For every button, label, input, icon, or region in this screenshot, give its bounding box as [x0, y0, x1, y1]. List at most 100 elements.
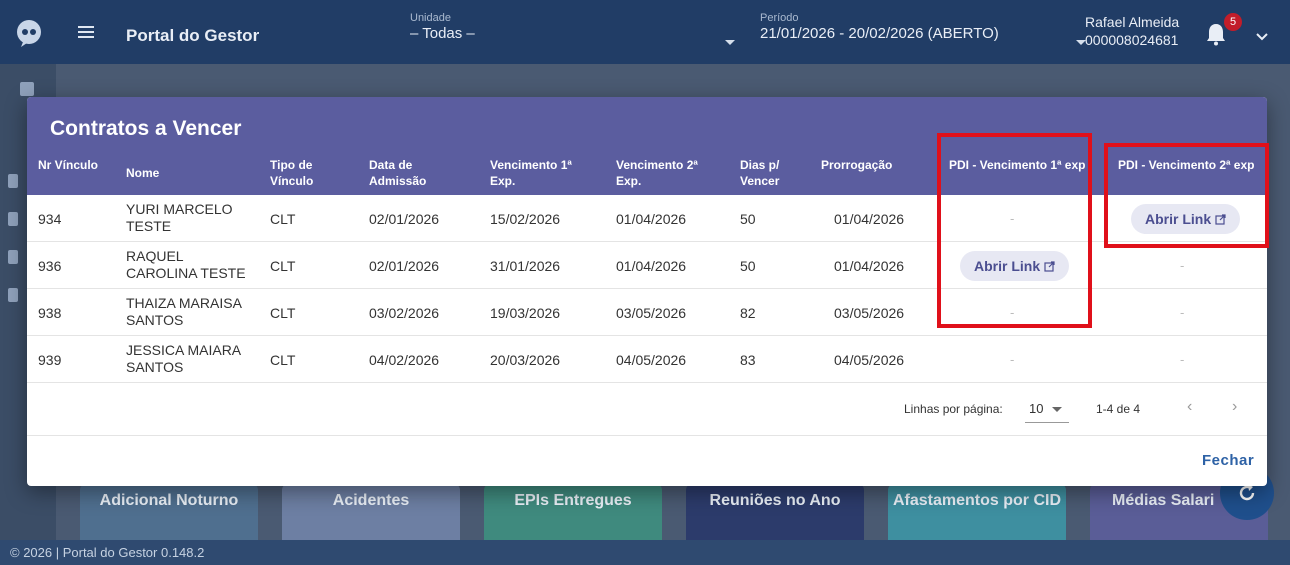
page-range: 1-4 de 4 [1096, 402, 1141, 416]
name-line: SANTOS [126, 359, 184, 375]
cell-venc2: 03/05/2026 [616, 305, 687, 321]
col-vencimento-2[interactable]: Vencimento 2ª Exp. [616, 157, 698, 189]
cell-nome: RAQUEL CAROLINA TESTE [126, 248, 246, 282]
col-label: Vínculo [270, 174, 314, 188]
cell-nr: 939 [38, 352, 62, 368]
cell-nome: JESSICA MAIARA SANTOS [126, 342, 241, 376]
cell-tipo: CLT [270, 305, 296, 321]
user-name: Rafael Almeida [1085, 14, 1180, 30]
user-id: 000008024681 [1085, 32, 1179, 48]
cell-admissao: 03/02/2026 [369, 305, 440, 321]
cell-nr: 934 [38, 211, 62, 227]
cell-tipo: CLT [270, 352, 296, 368]
cell-venc1: 15/02/2026 [490, 211, 561, 227]
col-label: Prorrogação [821, 158, 893, 172]
cell-dias: 50 [740, 211, 756, 227]
col-tipo-vinculo[interactable]: Tipo de Vínculo [270, 157, 313, 189]
cell-nr: 938 [38, 305, 62, 321]
cell-admissao: 02/01/2026 [369, 258, 440, 274]
tile-adicional-noturno[interactable]: Adicional Noturno [80, 484, 258, 540]
notification-bell-icon[interactable] [1205, 22, 1227, 46]
tile-acidentes[interactable]: Acidentes [282, 484, 460, 540]
col-label: Nr Vínculo [38, 158, 99, 172]
col-label: Admissão [369, 174, 427, 188]
cell-venc2: 01/04/2026 [616, 258, 687, 274]
col-vencimento-1[interactable]: Vencimento 1ª Exp. [490, 157, 572, 189]
name-line: RAQUEL [126, 248, 184, 264]
cell-prorrogacao: 03/05/2026 [834, 305, 905, 321]
cell-prorrogacao: 01/04/2026 [834, 211, 905, 227]
name-line: YURI MARCELO [126, 201, 233, 217]
app-title: Portal do Gestor [126, 26, 260, 45]
name-line: TESTE [126, 218, 172, 234]
nav-icon[interactable] [8, 288, 18, 302]
tile-epis-entregues[interactable]: EPIs Entregues [484, 484, 662, 540]
cell-venc2: 04/05/2026 [616, 352, 687, 368]
name-line: JESSICA MAIARA [126, 342, 242, 358]
col-label: Exp. [616, 174, 642, 188]
period-label: Período [760, 12, 799, 24]
cell-admissao: 04/02/2026 [369, 352, 440, 368]
nav-icon[interactable] [8, 174, 18, 188]
next-page-button[interactable]: › [1232, 398, 1237, 416]
col-label: Dias p/ [740, 158, 780, 172]
dashboard-icon[interactable] [20, 82, 34, 96]
name-line: CAROLINA TESTE [126, 265, 246, 281]
prev-page-button[interactable]: ‹ [1187, 398, 1192, 416]
cell-venc1: 20/03/2026 [490, 352, 561, 368]
cell-dias: 82 [740, 305, 756, 321]
cell-prorrogacao: 01/04/2026 [834, 258, 905, 274]
col-label: Nome [126, 166, 160, 180]
highlight-box-pdi-1 [937, 133, 1092, 328]
rows-per-page-caret-icon[interactable] [1052, 407, 1062, 412]
cell-nr: 936 [38, 258, 62, 274]
cell-pdi2: - [1180, 258, 1185, 273]
hamburger-menu-icon[interactable] [76, 22, 96, 42]
col-label: Vencimento 1ª [490, 158, 572, 172]
unit-label: Unidade [410, 12, 451, 24]
tile-reunioes-no-ano[interactable]: Reuniões no Ano [686, 484, 864, 540]
nav-icon[interactable] [8, 212, 18, 226]
cell-pdi2: - [1180, 352, 1185, 367]
name-line: SANTOS [126, 312, 184, 328]
cell-pdi1: - [1010, 352, 1015, 367]
cell-venc2: 01/04/2026 [616, 211, 687, 227]
top-app-bar: Portal do Gestor Unidade – Todas – Perío… [0, 0, 1290, 64]
highlight-box-pdi-2 [1104, 143, 1269, 248]
unit-caret-icon[interactable] [725, 40, 735, 45]
cell-dias: 50 [740, 258, 756, 274]
col-nome[interactable]: Nome [126, 165, 159, 181]
period-value: 21/01/2026 - 20/02/2026 (ABERTO) [760, 25, 999, 42]
cell-nome: YURI MARCELO TESTE [126, 201, 233, 235]
col-label: Exp. [490, 174, 516, 188]
col-label: Vencer [740, 174, 780, 188]
rows-per-page-select[interactable]: 10 [1029, 401, 1043, 416]
cell-venc1: 19/03/2026 [490, 305, 561, 321]
col-label: Tipo de [270, 158, 313, 172]
close-button[interactable]: Fechar [1202, 452, 1254, 469]
unit-select[interactable]: Unidade – Todas – [410, 12, 740, 42]
app-logo-icon[interactable] [14, 18, 44, 48]
col-prorrogacao[interactable]: Prorrogação [821, 157, 892, 173]
modal-title: Contratos a Vencer [50, 117, 242, 140]
rows-per-page-label: Linhas por página: [904, 402, 1003, 416]
col-label: Data de [369, 158, 413, 172]
col-nr-vinculo[interactable]: Nr Vínculo [38, 157, 98, 173]
notification-badge: 5 [1224, 13, 1242, 31]
nav-icon[interactable] [8, 250, 18, 264]
period-select[interactable]: Período 21/01/2026 - 20/02/2026 (ABERTO) [760, 12, 1080, 42]
col-label: Vencimento 2ª [616, 158, 698, 172]
user-info[interactable]: Rafael Almeida 000008024681 [1085, 14, 1179, 48]
cell-tipo: CLT [270, 211, 296, 227]
table-pagination: Linhas por página: 10 1-4 de 4 ‹ › [27, 380, 1267, 436]
cell-prorrogacao: 04/05/2026 [834, 352, 905, 368]
col-dias-vencer[interactable]: Dias p/Vencer [740, 157, 779, 189]
tile-afastamentos-por-cid[interactable]: Afastamentos por CID [888, 484, 1066, 540]
cell-tipo: CLT [270, 258, 296, 274]
cell-admissao: 02/01/2026 [369, 211, 440, 227]
unit-value: – Todas – [410, 25, 475, 42]
cell-nome: THAIZA MARAISA SANTOS [126, 295, 242, 329]
col-data-admissao[interactable]: Data de Admissão [369, 157, 426, 189]
name-line: THAIZA MARAISA [126, 295, 242, 311]
user-menu-chevron-icon[interactable] [1255, 32, 1269, 42]
